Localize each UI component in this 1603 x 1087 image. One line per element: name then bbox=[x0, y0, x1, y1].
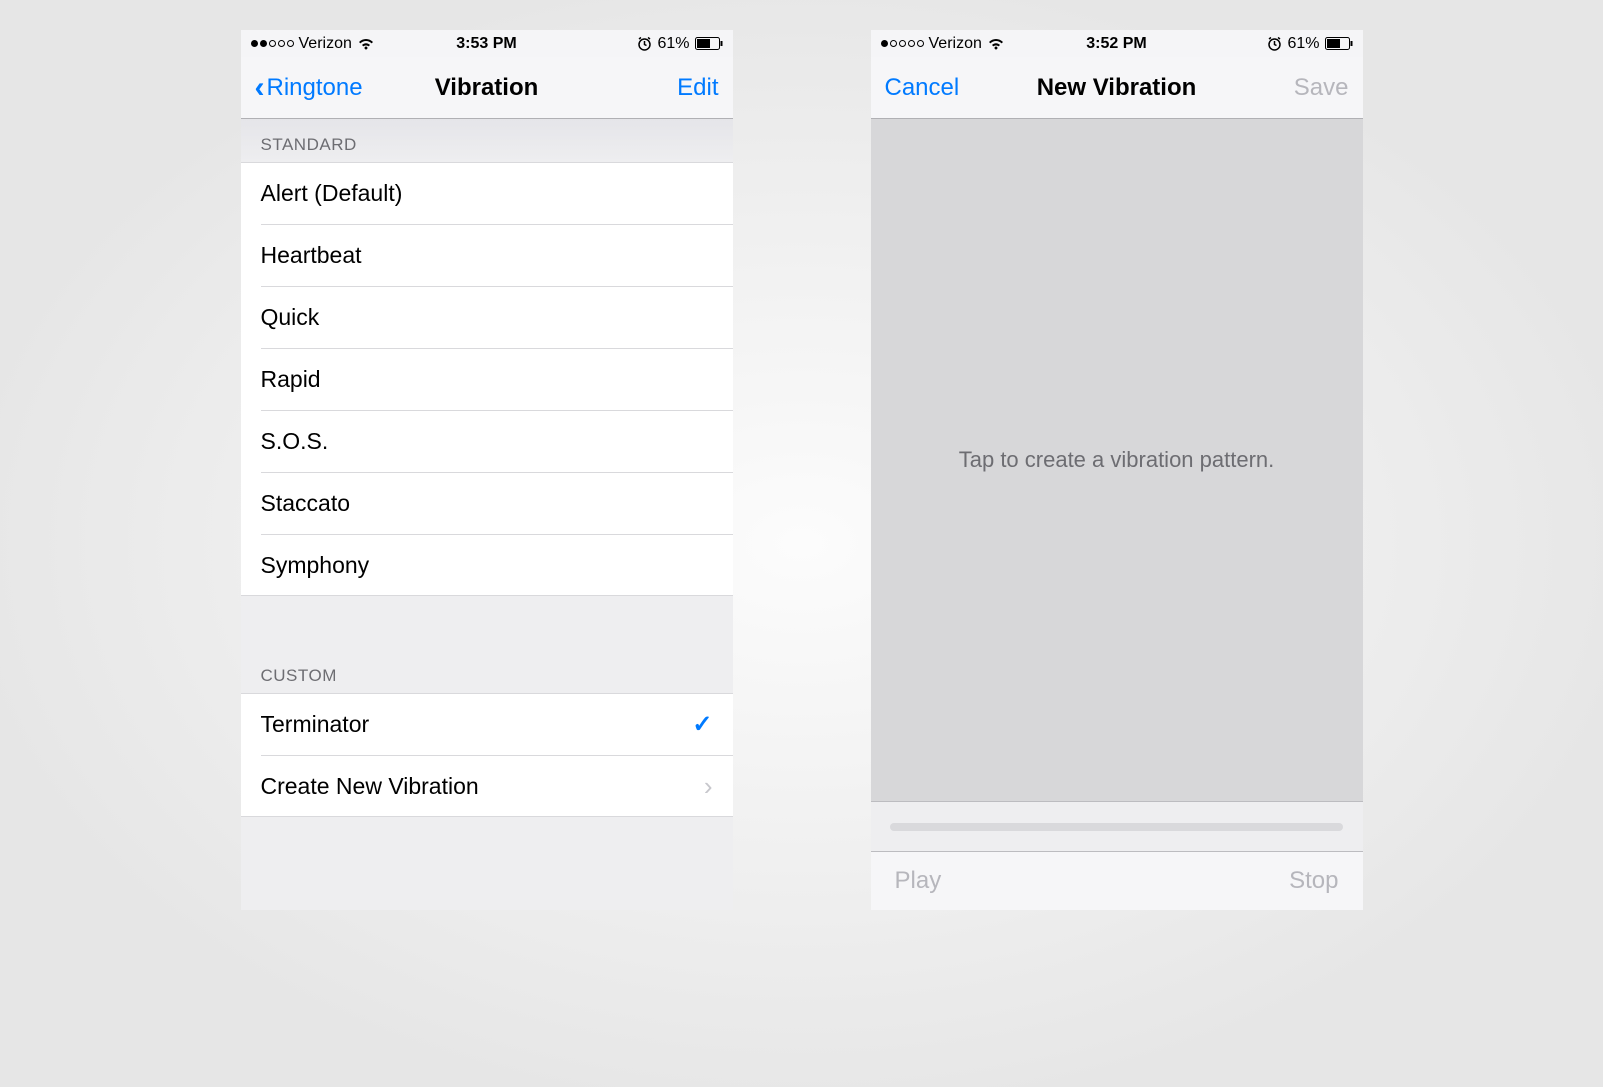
carrier-label: Verizon bbox=[299, 35, 352, 53]
progress-bar bbox=[890, 823, 1343, 831]
toolbar: Play Stop bbox=[871, 852, 1363, 910]
carrier-label: Verizon bbox=[929, 35, 982, 53]
list-item[interactable]: Symphony bbox=[241, 534, 733, 596]
edit-button[interactable]: Edit bbox=[677, 74, 718, 102]
phone-vibration-list: Verizon 3:53 PM 61% ‹ Ringtone bbox=[241, 30, 733, 910]
list-item[interactable]: Staccato bbox=[241, 472, 733, 534]
custom-list: Terminator ✓ Create New Vibration › bbox=[241, 693, 733, 817]
signal-dots-icon bbox=[881, 40, 924, 47]
list-item-create-new[interactable]: Create New Vibration › bbox=[241, 755, 733, 817]
wifi-icon bbox=[357, 37, 375, 50]
stop-button[interactable]: Stop bbox=[1289, 867, 1338, 895]
list-item[interactable]: Rapid bbox=[241, 348, 733, 410]
list-item[interactable]: Quick bbox=[241, 286, 733, 348]
phone-new-vibration: Verizon 3:52 PM 61% Cancel New Vibration… bbox=[871, 30, 1363, 910]
status-bar: Verizon 3:53 PM 61% bbox=[241, 30, 733, 57]
section-header-standard: STANDARD bbox=[241, 119, 733, 162]
wifi-icon bbox=[987, 37, 1005, 50]
back-button[interactable]: ‹ Ringtone bbox=[255, 73, 363, 103]
list-item[interactable]: S.O.S. bbox=[241, 410, 733, 472]
battery-percent: 61% bbox=[1287, 35, 1319, 53]
chevron-left-icon: ‹ bbox=[255, 73, 265, 103]
battery-icon bbox=[1325, 37, 1353, 50]
list-item[interactable]: Alert (Default) bbox=[241, 162, 733, 224]
tap-prompt: Tap to create a vibration pattern. bbox=[959, 447, 1275, 473]
section-header-custom: CUSTOM bbox=[241, 650, 733, 693]
standard-list: Alert (Default) Heartbeat Quick Rapid S.… bbox=[241, 162, 733, 596]
status-bar: Verizon 3:52 PM 61% bbox=[871, 30, 1363, 57]
alarm-icon bbox=[637, 36, 652, 51]
list-item-terminator[interactable]: Terminator ✓ bbox=[241, 693, 733, 755]
nav-bar: Cancel New Vibration Save bbox=[871, 57, 1363, 119]
back-label: Ringtone bbox=[267, 74, 363, 102]
nav-bar: ‹ Ringtone Vibration Edit bbox=[241, 57, 733, 119]
vibration-table[interactable]: STANDARD Alert (Default) Heartbeat Quick… bbox=[241, 119, 733, 910]
signal-dots-icon bbox=[251, 40, 294, 47]
alarm-icon bbox=[1267, 36, 1282, 51]
checkmark-icon: ✓ bbox=[692, 710, 712, 739]
play-button[interactable]: Play bbox=[895, 867, 942, 895]
list-item[interactable]: Heartbeat bbox=[241, 224, 733, 286]
progress-row bbox=[871, 802, 1363, 852]
battery-icon bbox=[695, 37, 723, 50]
chevron-right-icon: › bbox=[704, 773, 713, 799]
battery-percent: 61% bbox=[657, 35, 689, 53]
save-button[interactable]: Save bbox=[1294, 74, 1349, 102]
cancel-button[interactable]: Cancel bbox=[885, 74, 960, 102]
tap-area[interactable]: Tap to create a vibration pattern. bbox=[871, 119, 1363, 802]
